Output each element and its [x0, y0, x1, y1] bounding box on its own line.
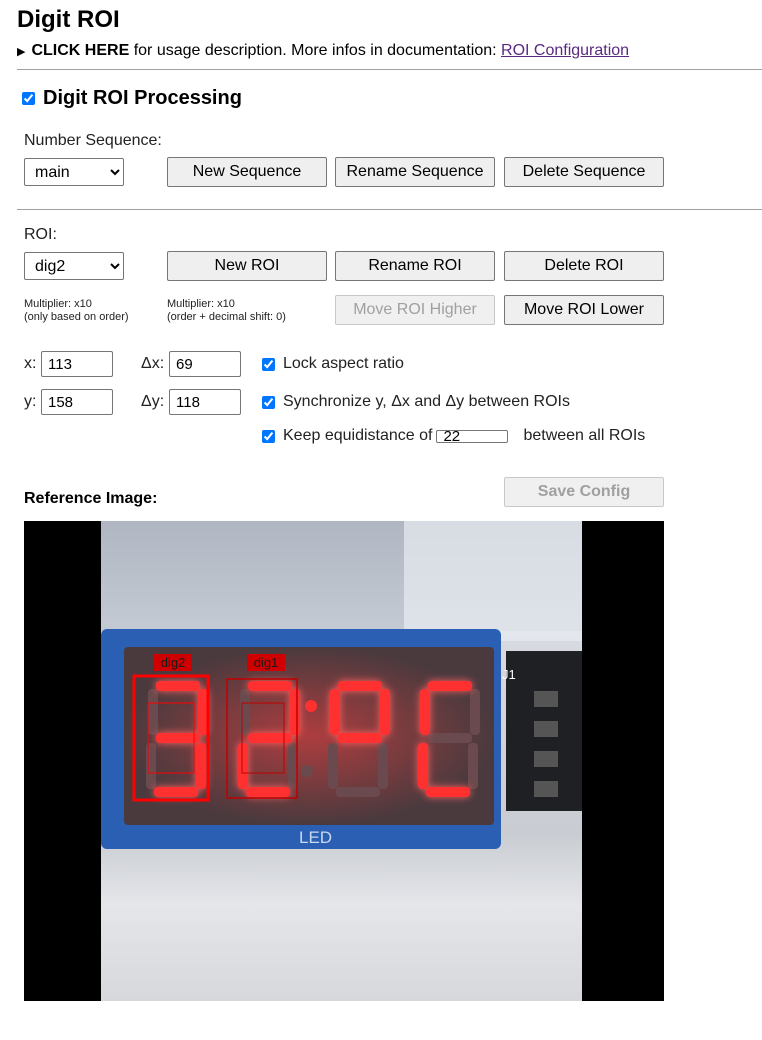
- multiplier-note: (order + decimal shift: 0): [167, 311, 286, 323]
- connector-pin: [534, 751, 558, 767]
- reference-image-label: Reference Image:: [24, 490, 158, 507]
- dy-input[interactable]: [169, 389, 241, 415]
- equidistance-prefix-label: Keep equidistance of: [283, 427, 433, 444]
- equidistance-checkbox[interactable]: [262, 429, 275, 443]
- multiplier-info-decimal: Multiplier: x10 (order + decimal shift: …: [167, 298, 286, 324]
- number-sequence-label: Number Sequence:: [24, 132, 162, 149]
- connector-pin: [534, 781, 558, 797]
- divider: [17, 69, 762, 70]
- reference-image-canvas[interactable]: J1 LED dig2 dig1: [24, 521, 664, 1001]
- lock-aspect-label: Lock aspect ratio: [283, 355, 404, 372]
- save-config-button[interactable]: Save Config: [504, 477, 664, 507]
- multiplier-value: Multiplier: x10: [167, 298, 235, 310]
- reference-image[interactable]: J1 LED dig2 dig1: [24, 521, 664, 1001]
- digit-roi-processing-label: Digit ROI Processing: [43, 87, 242, 109]
- multiplier-note: (only based on order): [24, 311, 129, 323]
- connector-pin: [534, 721, 558, 737]
- new-sequence-button[interactable]: New Sequence: [167, 157, 327, 187]
- delete-sequence-button[interactable]: Delete Sequence: [504, 157, 664, 187]
- colon-dot: [301, 765, 313, 777]
- roi-label-dig1: dig1: [254, 655, 279, 670]
- display-label: LED: [299, 828, 332, 847]
- lock-aspect-option: Lock aspect ratio: [262, 355, 404, 373]
- y-input[interactable]: [41, 389, 113, 415]
- y-label: y:: [24, 393, 37, 410]
- dx-label: Δx:: [141, 355, 165, 372]
- synchronize-checkbox[interactable]: [262, 395, 275, 409]
- move-roi-lower-button[interactable]: Move ROI Lower: [504, 295, 664, 325]
- disclosure-triangle-icon[interactable]: ▶: [17, 46, 25, 58]
- synchronize-label: Synchronize y, Δx and Δy between ROIs: [283, 393, 570, 410]
- equidistance-suffix-label: between all ROIs: [523, 427, 646, 444]
- page-title: Digit ROI: [17, 6, 120, 33]
- digit-roi-processing-checkbox[interactable]: [22, 92, 35, 105]
- digit-roi-processing-section: Digit ROI Processing: [22, 87, 242, 110]
- colon-dot: [305, 700, 317, 712]
- roi-label: ROI:: [24, 226, 57, 243]
- roi-configuration-link[interactable]: ROI Configuration: [501, 42, 629, 59]
- rename-sequence-button[interactable]: Rename Sequence: [335, 157, 495, 187]
- roi-label-dig2: dig2: [161, 655, 186, 670]
- number-sequence-select[interactable]: main: [24, 158, 124, 186]
- new-roi-button[interactable]: New ROI: [167, 251, 327, 281]
- usage-description[interactable]: ▶ CLICK HERE for usage description. More …: [17, 42, 629, 60]
- delete-roi-button[interactable]: Delete ROI: [504, 251, 664, 281]
- move-roi-higher-button[interactable]: Move ROI Higher: [335, 295, 495, 325]
- rename-roi-button[interactable]: Rename ROI: [335, 251, 495, 281]
- dy-label: Δy:: [141, 393, 165, 410]
- equidistance-input[interactable]: [436, 429, 509, 443]
- divider: [17, 209, 762, 210]
- lock-aspect-checkbox[interactable]: [262, 357, 275, 371]
- connector-label: J1: [502, 667, 516, 682]
- dx-input[interactable]: [169, 351, 241, 377]
- x-label: x:: [24, 355, 37, 372]
- equidistance-option: Keep equidistance of between all ROIs: [262, 427, 645, 445]
- click-here-toggle[interactable]: CLICK HERE: [31, 42, 129, 59]
- connector-pin: [534, 691, 558, 707]
- multiplier-info-order: Multiplier: x10 (only based on order): [24, 298, 129, 324]
- multiplier-value: Multiplier: x10: [24, 298, 92, 310]
- light-reflection: [404, 521, 582, 641]
- x-input[interactable]: [41, 351, 113, 377]
- synchronize-option: Synchronize y, Δx and Δy between ROIs: [262, 393, 570, 411]
- roi-select[interactable]: dig2: [24, 252, 124, 280]
- usage-text: for usage description. More infos in doc…: [129, 42, 502, 59]
